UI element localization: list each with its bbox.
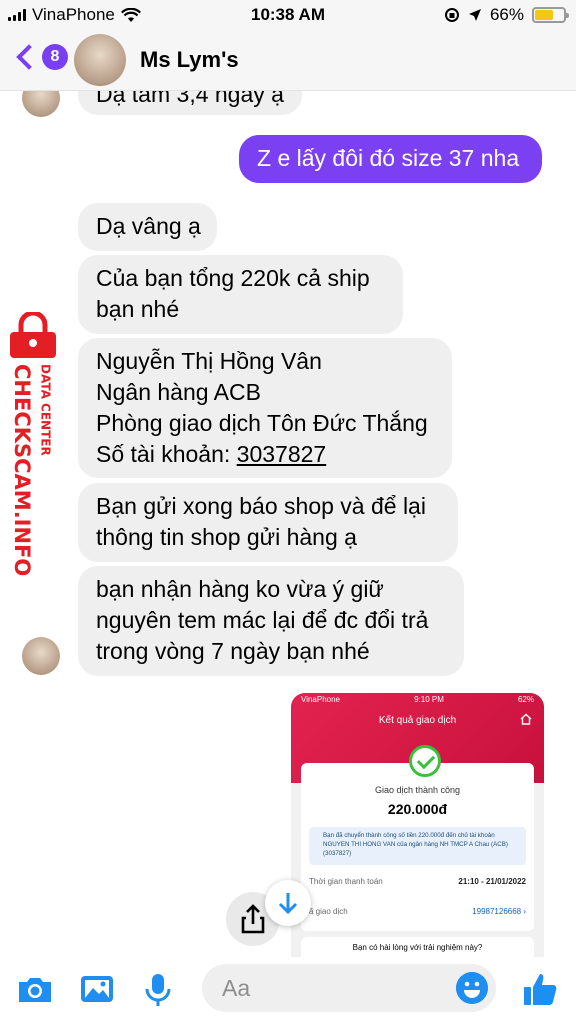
message-bubble[interactable]: Dạ tam 3,4 ngày ạ: [78, 91, 302, 115]
account-number-link[interactable]: 3037827: [237, 441, 327, 467]
unread-badge: 8: [42, 44, 68, 70]
message-bubble[interactable]: Của bạn tổng 220k cả ship bạn nhé: [78, 255, 403, 334]
transaction-info: Bạn đã chuyển thành công số tiền 220.000…: [309, 827, 526, 865]
scroll-down-button[interactable]: [265, 880, 311, 926]
chat-header: 8 Ms Lym's: [0, 30, 576, 91]
camera-icon[interactable]: [15, 969, 55, 1009]
feedback-question: Bạn có hài lòng với trải nghiệm này?: [301, 937, 534, 957]
message-line: bạn nhận hàng ko vừa ý giữ: [96, 576, 384, 602]
message-line: trong vòng 7 ngày bạn nhé: [96, 638, 370, 664]
message-placeholder: Aa: [222, 975, 251, 1001]
back-button[interactable]: 8: [14, 44, 68, 70]
receipt-card: Giao dịch thành công 220.000đ Bạn đã chu…: [301, 745, 534, 931]
sender-avatar: [22, 91, 60, 117]
location-icon: [468, 9, 481, 21]
arrow-down-icon: [278, 893, 298, 915]
composer-bar: Aa: [0, 957, 576, 1024]
contact-avatar[interactable]: [74, 34, 126, 86]
message-bubble[interactable]: bạn nhận hàng ko vừa ý giữ nguyên tem má…: [78, 566, 464, 676]
message-line: Nguyễn Thị Hồng Vân: [96, 348, 322, 374]
time-value: 21:10 - 21/01/2022: [458, 877, 526, 886]
message-text: Dạ tam 3,4 ngày ạ: [96, 91, 284, 107]
message-input[interactable]: Aa: [202, 964, 496, 1012]
message-bubble[interactable]: Nguyễn Thị Hồng Vân Ngân hàng ACB Phòng …: [78, 338, 452, 478]
time-row: Thời gian thanh toán 21:10 - 21/01/2022: [309, 877, 526, 886]
account-line: Số tài khoản: 3037827: [96, 439, 434, 470]
status-right: 66%: [444, 5, 569, 25]
code-row: ã giao dịch 19987126668 ›: [309, 907, 526, 916]
receipt-image[interactable]: VinaPhone 9:10 PM 62% Kết quả giao dịch …: [291, 693, 544, 957]
my-message-bubble[interactable]: Z e lấy đôi đó size 37 nha: [239, 135, 542, 183]
code-label: ã giao dịch: [309, 907, 348, 916]
battery-fill: [535, 10, 554, 20]
receipt-title: Kết quả giao dịch: [378, 715, 457, 726]
watermark: CHECKSCAM.INFO DATA CENTER: [6, 312, 66, 592]
transaction-amount: 220.000đ: [387, 801, 448, 817]
message-line: Phòng giao dịch Tôn Đức Thắng: [96, 410, 428, 436]
home-icon: [520, 713, 532, 725]
message-line: Ngân hàng ACB: [96, 379, 261, 405]
svg-text:DATA CENTER: DATA CENTER: [39, 364, 53, 456]
sender-avatar: [22, 637, 60, 675]
emoji-icon[interactable]: [456, 972, 488, 1004]
status-bar: VinaPhone 10:38 AM 66%: [0, 0, 576, 30]
message-bubble[interactable]: Dạ vâng ạ: [78, 203, 217, 251]
success-check-icon: [409, 745, 441, 777]
rotation-lock-icon: [444, 8, 459, 22]
message-line: Bạn gửi xong báo shop và để lại: [96, 493, 426, 519]
microphone-icon[interactable]: [138, 969, 178, 1009]
transaction-status: Giao dịch thành công: [374, 785, 461, 795]
watermark-brand: CHECKSCAM.INFO: [10, 364, 34, 576]
battery-icon: [532, 7, 569, 23]
battery-percent: 66%: [489, 5, 524, 24]
message-line: bạn nhé: [96, 296, 180, 322]
message-bubble[interactable]: Bạn gửi xong báo shop và để lại thông ti…: [78, 483, 458, 562]
message-line: thông tin shop gửi hàng ạ: [96, 524, 357, 550]
receipt-time: 9:10 PM: [414, 695, 444, 704]
thumbs-up-icon[interactable]: [520, 969, 560, 1009]
account-label: Số tài khoản:: [96, 441, 237, 467]
gallery-icon[interactable]: [77, 969, 117, 1009]
message-text: Dạ vâng ạ: [96, 213, 201, 239]
message-list[interactable]: Dạ tam 3,4 ngày ạ Z e lấy đôi đó size 37…: [0, 91, 576, 957]
message-line: nguyên tem mác lại để đc đổi trả: [96, 607, 429, 633]
lock-icon: [10, 312, 56, 358]
receipt-carrier: VinaPhone: [301, 695, 340, 704]
code-value: 19987126668 ›: [472, 907, 526, 916]
message-line: Của bạn tổng 220k cả ship: [96, 265, 370, 291]
contact-name[interactable]: Ms Lym's: [140, 47, 239, 73]
svg-text:CHECKSCAM.INFO: CHECKSCAM.INFO: [10, 364, 34, 576]
receipt-battery: 62%: [517, 695, 534, 704]
chevron-left-icon: [16, 44, 42, 70]
watermark-subtitle: DATA CENTER: [39, 364, 53, 456]
receipt-status-bar: VinaPhone 9:10 PM 62%: [301, 695, 534, 704]
time-label: Thời gian thanh toán: [309, 877, 383, 886]
message-text: Z e lấy đôi đó size 37 nha: [257, 145, 520, 171]
